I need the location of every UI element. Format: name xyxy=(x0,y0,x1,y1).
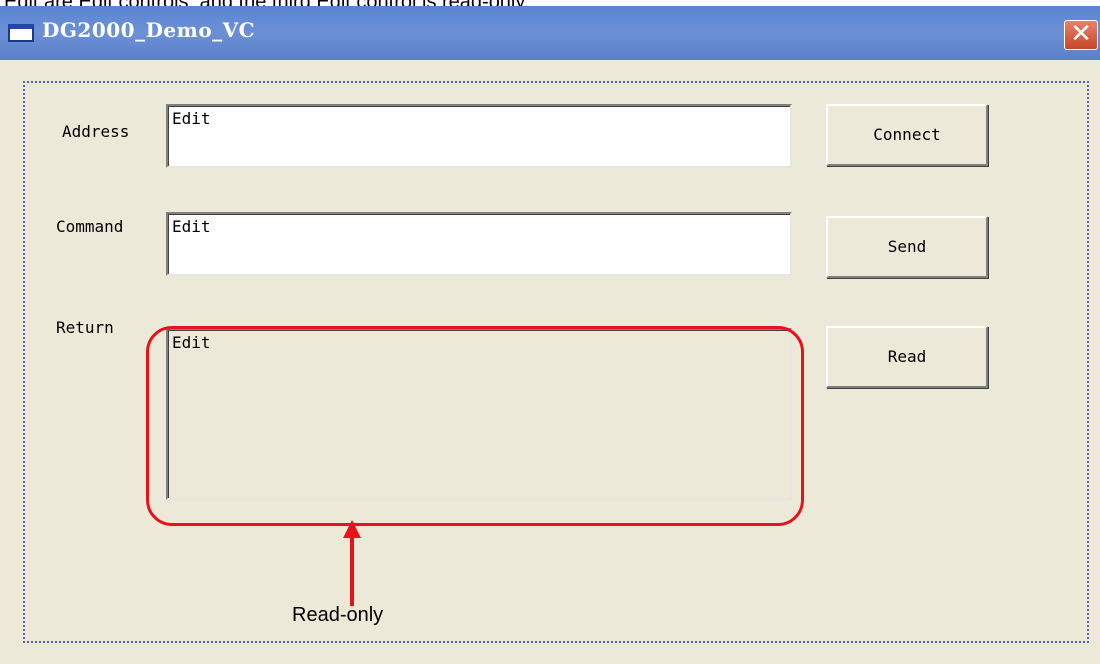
readonly-annotation: Read-only xyxy=(292,604,384,626)
dialog-window: DG2000_Demo_VC ✕ Address Edit Connect Co… xyxy=(0,6,1100,664)
up-arrow-icon xyxy=(343,520,361,606)
close-button[interactable]: ✕ xyxy=(1064,20,1098,50)
command-input-value: Edit xyxy=(172,217,211,236)
address-label: Address xyxy=(62,122,130,141)
title-bar[interactable]: DG2000_Demo_VC ✕ xyxy=(0,6,1100,60)
readonly-highlight xyxy=(146,326,804,526)
command-label: Command xyxy=(56,217,124,236)
send-button[interactable]: Send xyxy=(826,216,988,278)
command-input[interactable]: Edit xyxy=(166,212,792,276)
close-icon: ✕ xyxy=(1070,19,1092,49)
return-label: Return xyxy=(56,318,114,337)
address-input-value: Edit xyxy=(172,109,211,128)
read-button[interactable]: Read xyxy=(826,326,988,388)
address-input[interactable]: Edit xyxy=(166,104,792,168)
window-icon xyxy=(8,24,34,42)
window-title: DG2000_Demo_VC xyxy=(42,18,256,42)
connect-button[interactable]: Connect xyxy=(826,104,988,166)
